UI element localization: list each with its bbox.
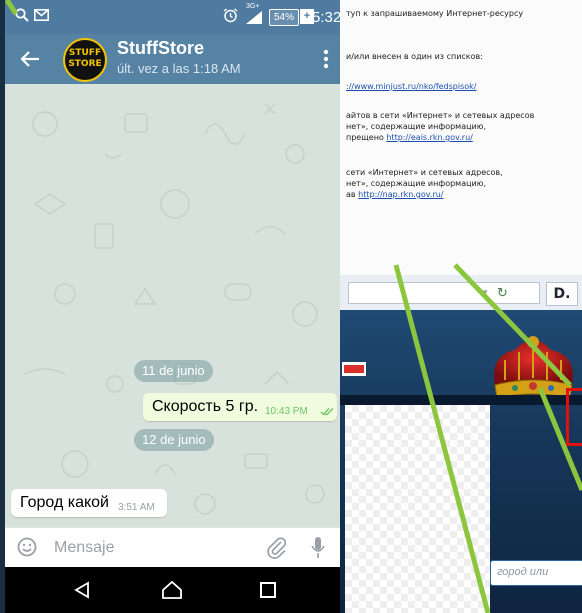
message-time: 3:51 AM (118, 502, 155, 513)
doc-line: нет», содержащие информацию, (346, 122, 487, 131)
alarm-icon (223, 8, 238, 23)
double-check-icon (320, 408, 334, 416)
background-image-panel (345, 405, 490, 613)
back-arrow-icon[interactable] (20, 49, 40, 69)
last-seen-status: últ. vez a las 1:18 AM (117, 61, 241, 76)
emoji-icon[interactable] (17, 537, 37, 557)
network-type-label: 3G+ (246, 3, 260, 10)
battery-level: 54% (273, 12, 294, 23)
nav-back-icon[interactable] (73, 581, 91, 599)
navigation-bar (5, 567, 340, 613)
doc-line: прещено http://eais.rkn.gov.ru/ (346, 133, 473, 142)
doc-line: туп к запрашиваемому Интернет-ресурсу (346, 9, 524, 18)
nav-recent-icon[interactable] (260, 582, 276, 598)
avatar-label: STUFF STORE (68, 48, 102, 69)
date-label: 12 de junio (142, 432, 206, 447)
doc-link[interactable]: http://nap.rkn.gov.ru/ (358, 190, 443, 199)
nav-home-icon[interactable] (161, 580, 183, 600)
doc-line: сети «Интернет» и сетевых адресов, (346, 168, 503, 177)
status-bar: 3G+ 54% + 5:32 (5, 0, 340, 34)
chat-title[interactable]: StuffStore (117, 38, 204, 59)
mail-icon (34, 9, 49, 21)
microphone-icon[interactable] (310, 536, 326, 560)
paperclip-icon[interactable] (265, 536, 289, 560)
chat-messages-area[interactable]: 11 de junio Скорость 5 гр. 10:43 PM 12 d… (5, 84, 340, 527)
doc-line: айтов в сети «Интернет» и сетевых адресо… (346, 111, 535, 120)
doc-link[interactable]: ://www.minjust.ru/nko/fedspisok/ (346, 82, 477, 91)
red-highlight-box (566, 388, 582, 446)
doc-line: и/или внесен в один из списков: (346, 52, 483, 61)
incoming-message[interactable]: Город какой 3:51 AM (11, 489, 167, 517)
banner-graphic (342, 362, 366, 376)
more-vert-icon[interactable] (323, 49, 329, 69)
message-time: 10:43 PM (265, 406, 308, 417)
dropdown-icon[interactable]: ▾ (483, 287, 488, 298)
message-text: Город какой (20, 494, 109, 511)
search-icon (15, 8, 29, 22)
date-separator: 11 de junio (134, 360, 213, 382)
background-url-field[interactable]: ▾ ↻ (348, 282, 540, 304)
background-divider (340, 395, 582, 405)
message-input-bar (5, 527, 340, 568)
status-time: 5:32 (312, 9, 340, 26)
doc-line: ав http://nap.rkn.gov.ru/ (346, 190, 444, 199)
background-browser-toolbar: ▾ ↻ D. (340, 275, 582, 311)
outgoing-message[interactable]: Скорость 5 гр. 10:43 PM (143, 393, 337, 421)
avatar[interactable]: STUFF STORE (63, 38, 107, 82)
signal-icon (246, 11, 262, 24)
doc-link[interactable]: http://eais.rkn.gov.ru/ (386, 133, 472, 142)
message-input[interactable] (54, 535, 254, 561)
chat-wallpaper (14, 103, 325, 515)
doc-text: ав (346, 190, 359, 199)
chat-header: STUFF STORE StuffStore últ. vez a las 1:… (5, 34, 340, 84)
reload-icon[interactable]: ↻ (497, 286, 508, 301)
date-label: 11 de junio (142, 363, 205, 378)
phone-screen: 3G+ 54% + 5:32 STUFF STORE StuffStore úl… (5, 0, 340, 613)
doc-text: прещено (346, 133, 387, 142)
battery-icon: 54% (269, 9, 299, 26)
doc-line: нет», содержащие информацию, (346, 179, 487, 188)
background-search-input[interactable]: город или (490, 560, 582, 586)
background-document: туп к запрашиваемому Интернет-ресурсу и/… (340, 0, 582, 275)
search-placeholder: город или (497, 566, 549, 578)
message-text: Скорость 5 гр. (152, 398, 259, 415)
date-separator: 12 de junio (134, 429, 214, 451)
browser-logo[interactable]: D. (546, 282, 578, 306)
